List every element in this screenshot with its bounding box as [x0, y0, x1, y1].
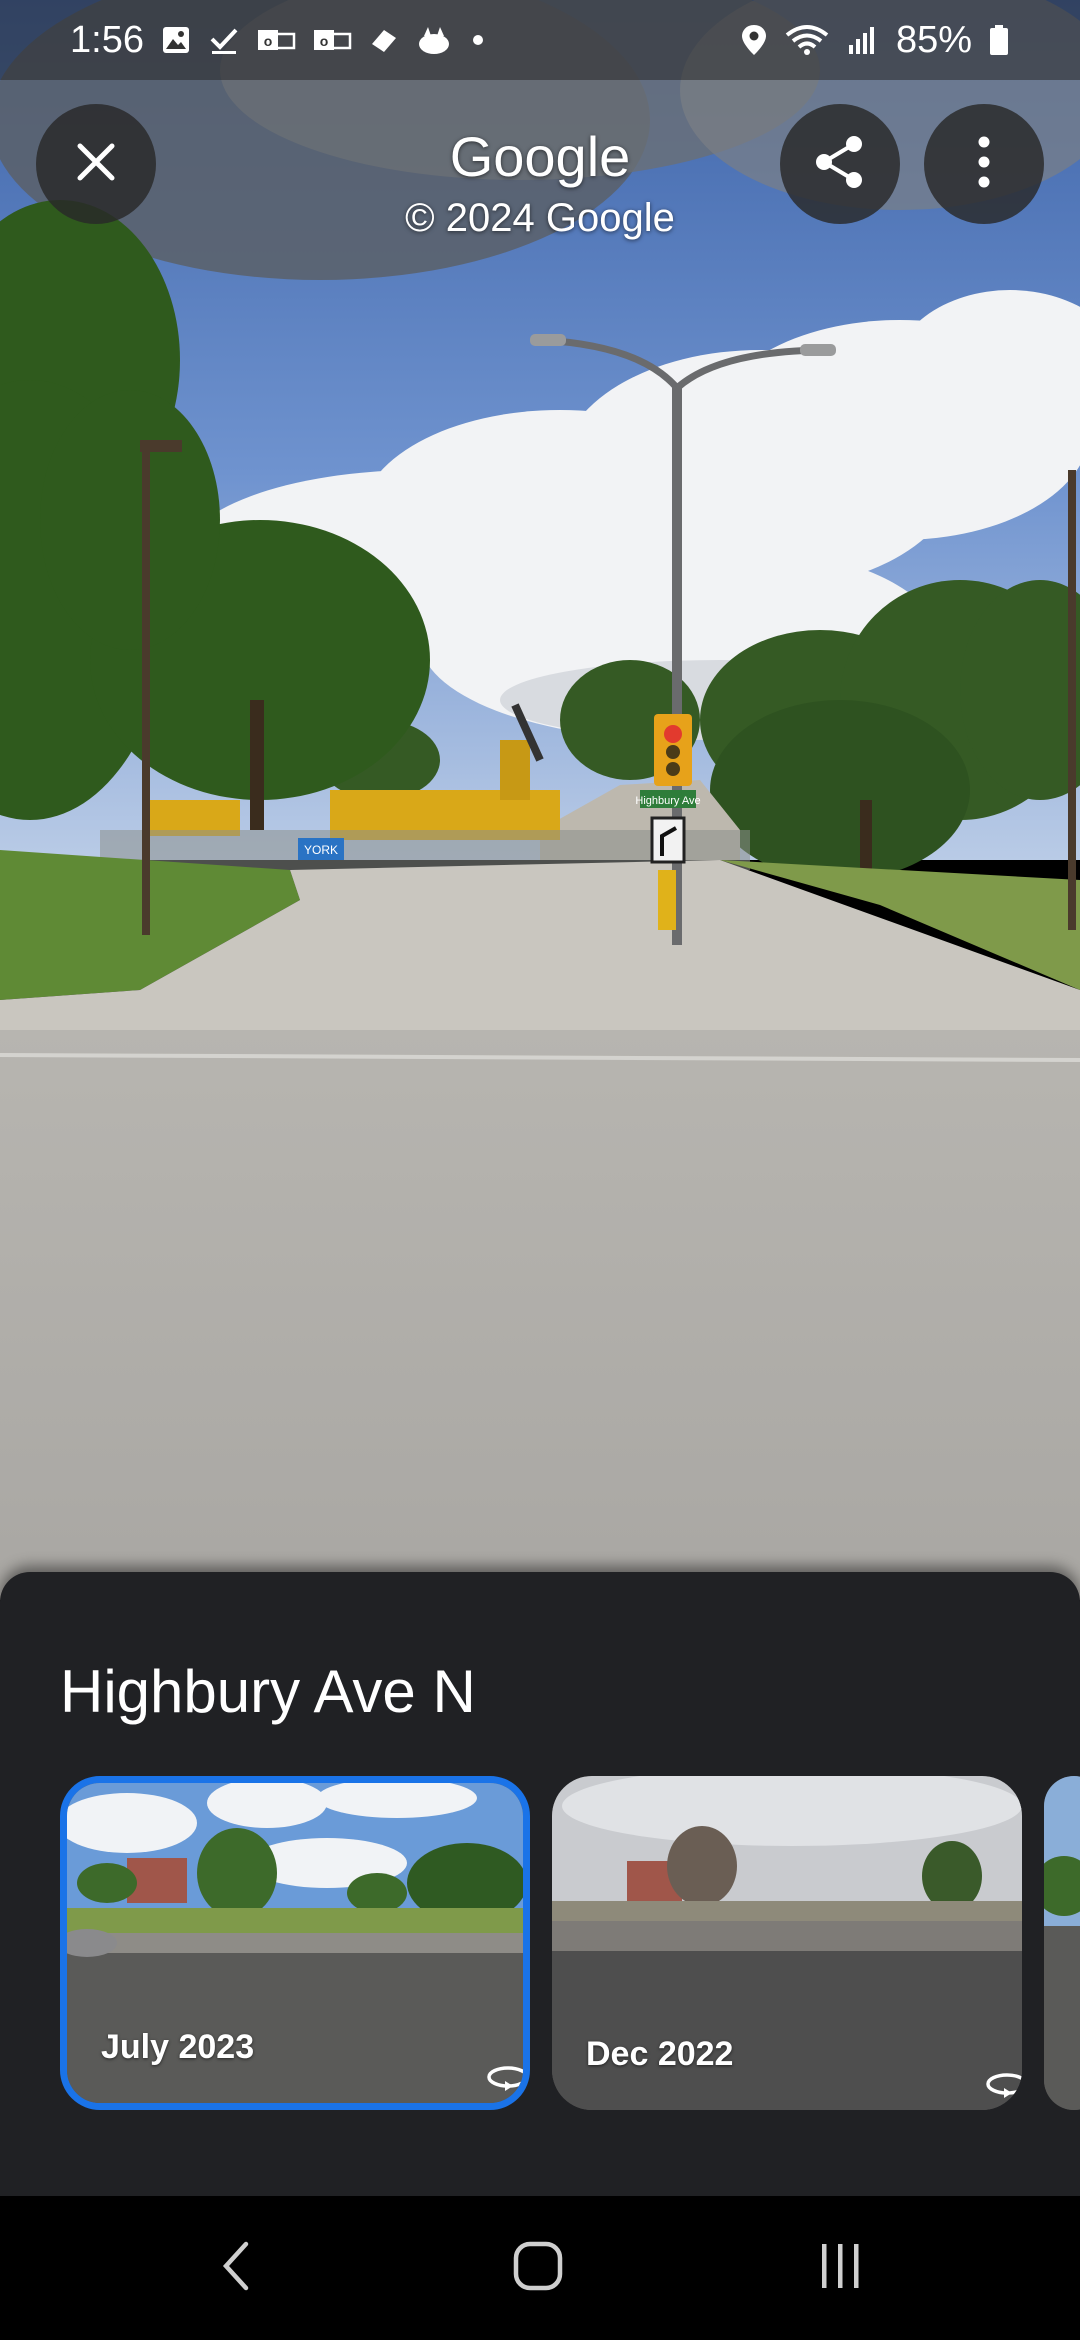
recent-apps-button[interactable]	[740, 2196, 940, 2340]
back-icon	[216, 2238, 256, 2299]
outlook-icon: o	[312, 24, 352, 56]
svg-text:Highbury Ave: Highbury Ave	[635, 795, 700, 807]
navigation-bar	[0, 2196, 1080, 2340]
svg-text:o: o	[320, 33, 329, 49]
cat-icon	[416, 24, 452, 56]
status-bar: 1:56 o o 85%	[0, 0, 1080, 80]
gallery-icon	[160, 24, 192, 56]
svg-text:o: o	[264, 33, 273, 49]
more-vert-icon	[974, 134, 994, 195]
close-icon	[74, 140, 118, 189]
back-button[interactable]	[136, 2196, 336, 2340]
status-time: 1:56	[70, 18, 144, 61]
timeline-date: Dec 2022	[586, 2035, 734, 2073]
timeline-card-partial[interactable]	[1044, 1776, 1080, 2110]
eraser-icon	[368, 24, 400, 56]
more-options-button[interactable]	[924, 104, 1044, 224]
bottom-sheet: Highbury Ave N July 2023 Dec 2022	[0, 1572, 1080, 2196]
location-icon	[740, 23, 768, 57]
svg-text:YORK: YORK	[304, 843, 338, 857]
title-block: Google © 2024 Google	[300, 124, 780, 244]
road	[0, 1030, 1080, 1600]
share-icon	[810, 132, 870, 197]
close-button[interactable]	[36, 104, 156, 224]
check-icon	[208, 24, 240, 56]
home-icon	[510, 2238, 566, 2299]
home-button[interactable]	[438, 2196, 638, 2340]
outlook-icon: o	[256, 24, 296, 56]
timeline-card[interactable]: Dec 2022	[552, 1776, 1022, 2110]
timeline-card[interactable]: July 2023	[60, 1776, 530, 2110]
battery-percent: 85%	[895, 18, 972, 61]
copyright-text: © 2024 Google	[405, 196, 675, 240]
place-name: Highbury Ave N	[60, 1658, 476, 1725]
page-title: Google	[449, 125, 631, 188]
share-button[interactable]	[780, 104, 900, 224]
card-thumbnail	[1044, 1776, 1080, 2110]
battery-icon	[988, 23, 1010, 57]
dot-icon	[468, 24, 488, 56]
wifi-icon	[784, 23, 830, 57]
signal-icon	[846, 23, 880, 57]
timeline-date: July 2023	[101, 2028, 255, 2066]
recent-apps-icon	[812, 2238, 868, 2299]
